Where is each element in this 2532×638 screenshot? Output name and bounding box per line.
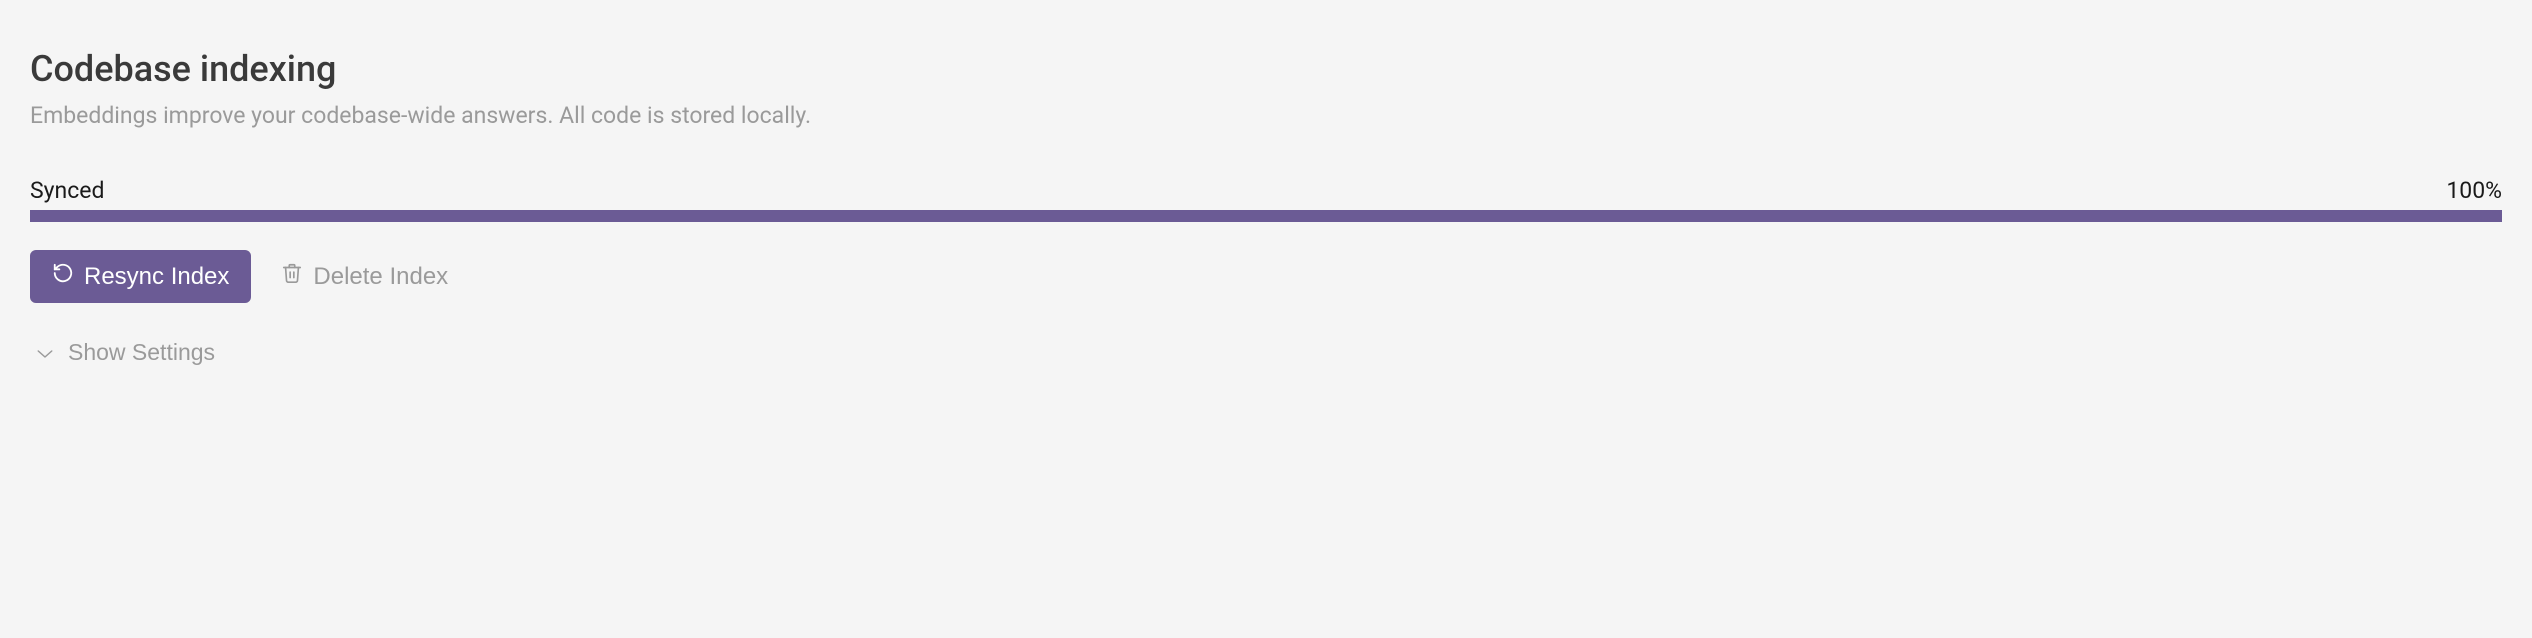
chevron-down-icon [36,339,54,366]
page-subtitle: Embeddings improve your codebase-wide an… [30,102,2502,129]
resync-button-label: Resync Index [84,263,229,291]
show-settings-toggle[interactable]: Show Settings [30,339,215,366]
trash-icon [281,261,303,292]
refresh-icon [52,262,74,291]
status-label: Synced [30,177,104,204]
show-settings-label: Show Settings [68,339,215,366]
status-row: Synced 100% [30,177,2502,204]
page-title: Codebase indexing [30,48,2502,90]
delete-button[interactable]: Delete Index [281,261,448,292]
actions-row: Resync Index Delete Index [30,250,2502,303]
delete-button-label: Delete Index [313,263,448,291]
status-percent: 100% [2446,177,2502,204]
resync-button[interactable]: Resync Index [30,250,251,303]
progress-bar [30,210,2502,222]
